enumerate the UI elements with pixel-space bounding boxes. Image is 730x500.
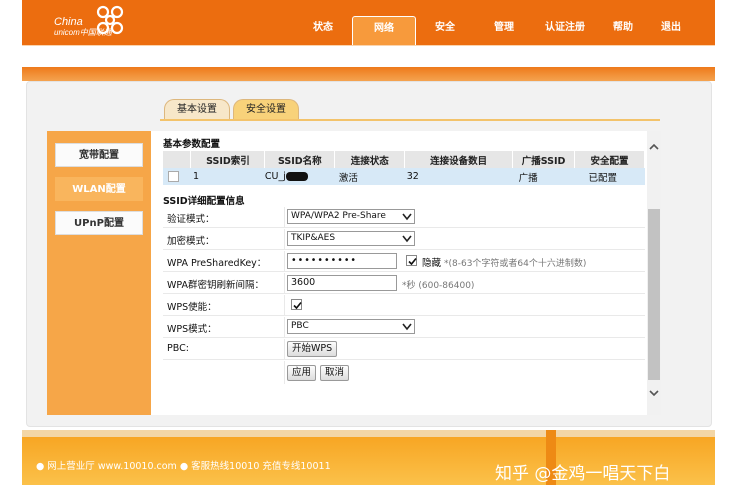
unicom-logo: China unicom中国联通: [54, 4, 134, 40]
chevron-down-icon: [402, 323, 412, 331]
cell-device-count: 32: [404, 168, 513, 185]
nav-item-6[interactable]: 退出: [650, 16, 692, 45]
column-header-ssid-name: SSID名称: [264, 151, 336, 168]
nav-item-5[interactable]: 帮助: [596, 16, 650, 45]
footer-contact-text: ● 网上营业厅 www.10010.com ● 客服热线10010 充值专线10…: [36, 461, 331, 472]
chevron-down-icon: [402, 235, 412, 243]
psk-password-input[interactable]: ••••••••••: [287, 253, 397, 269]
sidebar-item-upnp[interactable]: UPnP配置: [55, 211, 143, 235]
checkmark-icon: [293, 301, 302, 310]
pbc-label: PBC:: [167, 343, 189, 354]
vertical-scrollbar[interactable]: [647, 131, 661, 415]
scroll-down-icon[interactable]: [648, 387, 660, 399]
wps-mode-select[interactable]: PBC: [287, 319, 415, 334]
row-divider: [284, 251, 285, 272]
table-row[interactable]: 1 CU_j 激活 32 广播 已配置: [163, 168, 645, 185]
nav-item-4[interactable]: 认证注册: [534, 16, 596, 45]
redaction-mark: [285, 172, 308, 181]
row-checkbox[interactable]: [168, 170, 179, 182]
apply-button[interactable]: 应用: [287, 365, 317, 381]
tab-security-settings[interactable]: 安全设置: [233, 99, 299, 119]
sidebar-item-wlan[interactable]: WLAN配置: [55, 177, 143, 201]
table-header-row: SSID索引 SSID名称 连接状态 连接设备数目 广播SSID 安全配置: [163, 151, 645, 168]
rekey-interval-row: WPA群密钥刷新间隔： 3600 *秒 (600-86400): [163, 273, 645, 294]
rekey-interval-hint: *秒 (600-86400): [402, 281, 475, 291]
footer-glow: [22, 430, 715, 437]
settings-tabs: 基本设置 安全设置: [164, 99, 302, 119]
ssid-name-text: CU_j: [264, 171, 286, 182]
row-divider: [284, 339, 285, 360]
brand-line2: unicom中国联通: [54, 28, 112, 37]
sidebar-item-broadband[interactable]: 宽带配置: [55, 143, 143, 167]
row-divider: [284, 273, 285, 294]
ssid-table: SSID索引 SSID名称 连接状态 连接设备数目 广播SSID 安全配置 1 …: [163, 151, 645, 185]
row-select-cell: [163, 168, 191, 185]
wps-enable-checkbox[interactable]: [291, 299, 302, 310]
cell-security: 已配置: [574, 168, 645, 185]
encryption-mode-label: 加密模式：: [167, 236, 215, 247]
psk-hint: *(8-63个字符或者64个十六进制数): [444, 259, 587, 269]
nav-item-0[interactable]: 状态: [294, 16, 352, 45]
cell-status: 激活: [334, 168, 405, 185]
basic-params-title: 基本参数配置: [163, 139, 221, 150]
tab-underline: [160, 119, 660, 121]
wps-enable-row: WPS使能：: [163, 295, 645, 316]
cell-ssid-index: 1: [190, 168, 265, 185]
cancel-button[interactable]: 取消: [320, 365, 350, 381]
cell-ssid-name: CU_j: [264, 168, 335, 185]
wps-enable-label: WPS使能：: [167, 302, 217, 313]
cell-broadcast: 广播: [512, 168, 575, 185]
scroll-up-icon[interactable]: [648, 141, 660, 153]
header-divider: [22, 45, 715, 46]
encryption-mode-value: TKIP&AES: [291, 233, 336, 243]
auth-mode-label: 验证模式：: [167, 214, 215, 225]
hide-label: 隐藏: [422, 258, 442, 269]
sidebar: 宽带配置 WLAN配置 UPnP配置: [47, 131, 151, 415]
nav-item-3[interactable]: 管理: [474, 16, 534, 45]
column-header-ssid-index: SSID索引: [190, 151, 266, 168]
wps-mode-row: WPS模式： PBC: [163, 317, 645, 338]
wps-mode-label: WPS模式：: [167, 324, 217, 335]
chevron-down-icon: [402, 213, 412, 221]
auth-mode-row: 验证模式： WPA/WPA2 Pre-Share: [163, 207, 645, 228]
hide-password-checkbox[interactable]: [406, 255, 417, 266]
rekey-interval-label: WPA群密钥刷新间隔：: [167, 280, 265, 291]
auth-mode-select[interactable]: WPA/WPA2 Pre-Share: [287, 209, 415, 224]
main-nav: 状态 网络 安全 管理 认证注册 帮助 退出: [294, 16, 692, 45]
start-wps-button[interactable]: 开始WPS: [287, 341, 338, 357]
column-header-select: [163, 151, 192, 168]
encryption-mode-row: 加密模式： TKIP&AES: [163, 229, 645, 250]
checkmark-icon: [408, 257, 417, 266]
tab-basic-settings[interactable]: 基本设置: [164, 99, 230, 119]
row-divider: [284, 317, 285, 338]
orange-belt: [22, 67, 715, 81]
column-header-security: 安全配置: [574, 151, 645, 168]
rekey-interval-input[interactable]: 3600: [287, 275, 397, 291]
main-panel: 基本参数配置 SSID索引 SSID名称 连接状态 连接设备数目 广播SSID …: [151, 131, 647, 415]
row-divider: [284, 361, 285, 384]
psk-label: WPA PreSharedKey：: [167, 258, 267, 269]
auth-mode-value: WPA/WPA2 Pre-Share: [291, 211, 386, 221]
header-bar: China unicom中国联通 状态 网络 安全 管理 认证注册 帮助 退出: [22, 0, 715, 45]
psk-row: WPA PreSharedKey： •••••••••• 隐藏 *(8-63个字…: [163, 251, 645, 272]
row-divider: [284, 295, 285, 316]
column-header-device-count: 连接设备数目: [404, 151, 514, 168]
pbc-row: PBC: 开始WPS: [163, 339, 645, 360]
zhihu-watermark: 知乎 @金鸡一唱天下白: [495, 464, 671, 484]
ssid-detail-title: SSID详细配置信息: [163, 196, 245, 207]
nav-item-1[interactable]: 网络: [352, 16, 416, 45]
action-row: 应用 取消: [163, 361, 645, 384]
encryption-mode-select[interactable]: TKIP&AES: [287, 231, 415, 246]
nav-item-2[interactable]: 安全: [416, 16, 474, 45]
wps-mode-value: PBC: [291, 321, 309, 331]
row-divider: [284, 207, 285, 228]
column-header-broadcast: 广播SSID: [512, 151, 576, 168]
column-header-status: 连接状态: [334, 151, 406, 168]
row-divider: [284, 229, 285, 250]
scrollbar-thumb[interactable]: [648, 209, 660, 380]
